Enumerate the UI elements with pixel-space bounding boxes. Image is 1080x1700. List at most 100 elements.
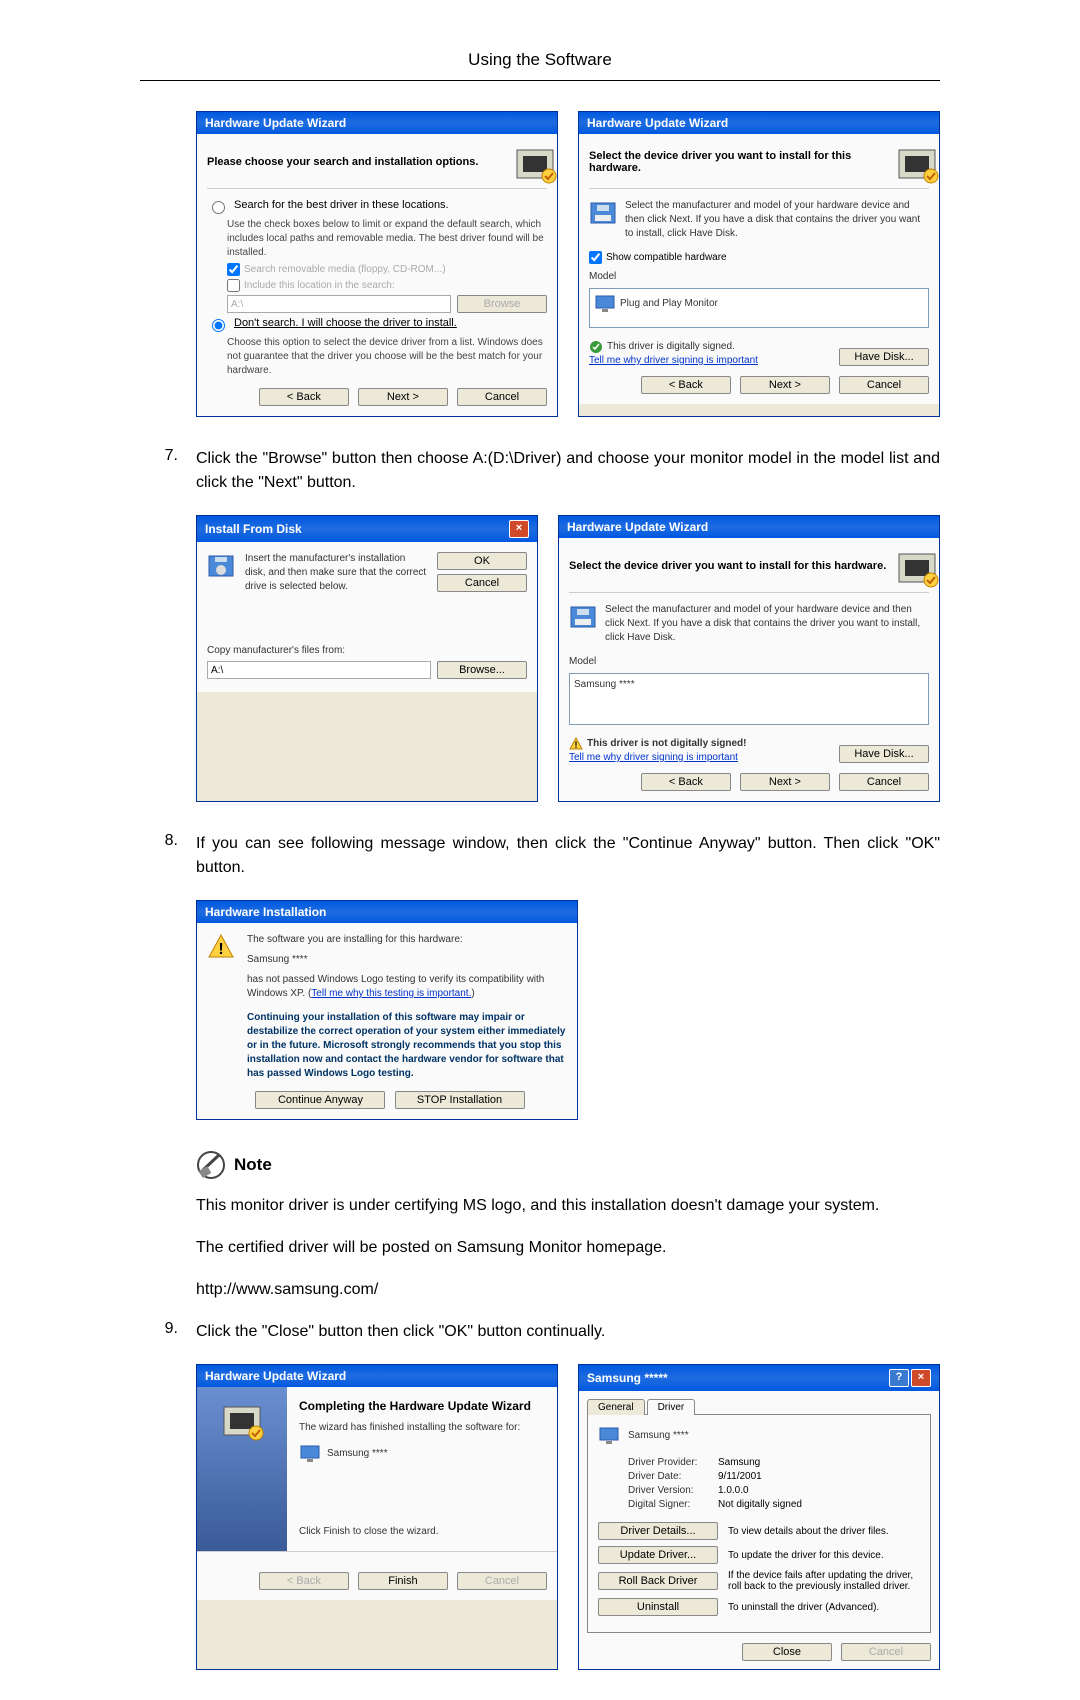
close-icon[interactable]: ×: [911, 1369, 931, 1387]
cancel-button[interactable]: Cancel: [839, 773, 929, 791]
value-signer: Not digitally signed: [718, 1499, 802, 1510]
dialog-titlebar: Hardware Update Wizard: [579, 112, 939, 134]
back-button[interactable]: < Back: [641, 773, 731, 791]
radio-dont-search[interactable]: Don't search. I will choose the driver t…: [207, 317, 547, 332]
dialog-titlebar: Install From Disk ×: [197, 516, 537, 542]
tab-general[interactable]: General: [587, 1399, 645, 1415]
next-button[interactable]: Next >: [740, 376, 830, 394]
dialog-title-text: Hardware Update Wizard: [587, 116, 728, 130]
floppy-disk-icon: [207, 552, 235, 580]
monitor-icon: [594, 293, 616, 315]
warning-icon: !: [207, 933, 235, 961]
path-input[interactable]: [207, 661, 431, 679]
value-version: 1.0.0.0: [718, 1485, 749, 1496]
monitor-icon: [299, 1443, 321, 1465]
dialog-hardware-installation: Hardware Installation ! The software you…: [196, 900, 578, 1120]
instruction-text: Insert the manufacturer's installation d…: [245, 552, 427, 594]
checkbox-include-location[interactable]: Include this location in the search:: [227, 279, 547, 292]
checkbox-removable-media[interactable]: Search removable media (floppy, CD-ROM..…: [227, 263, 547, 276]
back-button[interactable]: < Back: [641, 376, 731, 394]
dialog-heading: Select the device driver you want to ins…: [569, 560, 886, 572]
step-text: Click the "Browse" button then choose A:…: [196, 447, 940, 495]
cancel-button: Cancel: [457, 1572, 547, 1590]
dialog-titlebar: Samsung *****?×: [579, 1365, 939, 1391]
rollback-driver-button[interactable]: Roll Back Driver: [598, 1572, 718, 1590]
dialog-title-text: Hardware Update Wizard: [205, 1369, 346, 1383]
model-list[interactable]: Samsung ****: [569, 673, 929, 725]
driver-details-button[interactable]: Driver Details...: [598, 1522, 718, 1540]
location-path-input[interactable]: [227, 295, 451, 313]
update-desc: To update the driver for this device.: [728, 1550, 884, 1561]
uninstall-desc: To uninstall the driver (Advanced).: [728, 1602, 879, 1613]
browse-button[interactable]: Browse...: [437, 661, 527, 679]
step-text: If you can see following message window,…: [196, 832, 940, 880]
details-desc: To view details about the driver files.: [728, 1526, 889, 1537]
label-date: Driver Date:: [628, 1471, 718, 1482]
browse-button[interactable]: Browse: [457, 295, 547, 313]
cancel-button[interactable]: Cancel: [457, 388, 547, 406]
step-number: 7.: [140, 447, 196, 495]
cancel-button[interactable]: Cancel: [839, 376, 929, 394]
cancel-button[interactable]: Cancel: [437, 574, 527, 592]
have-disk-button[interactable]: Have Disk...: [839, 745, 929, 763]
finish-button[interactable]: Finish: [358, 1572, 448, 1590]
close-icon[interactable]: ×: [509, 520, 529, 538]
driver-signing-link[interactable]: Tell me why driver signing is important: [589, 355, 758, 366]
close-button[interactable]: Close: [742, 1643, 832, 1661]
radio-search-best[interactable]: Search for the best driver in these loca…: [207, 199, 547, 214]
tab-driver[interactable]: Driver: [647, 1399, 696, 1415]
dialog-title-text: Hardware Update Wizard: [567, 520, 708, 534]
driver-signing-link[interactable]: Tell me why driver signing is important: [569, 752, 738, 763]
not-signed-text: This driver is not digitally signed!: [587, 737, 746, 751]
back-button[interactable]: < Back: [259, 388, 349, 406]
instruction-text: Select the manufacturer and model of you…: [605, 603, 929, 645]
dialog-title-text: Hardware Update Wizard: [205, 116, 346, 130]
continue-anyway-button[interactable]: Continue Anyway: [255, 1091, 385, 1109]
stop-installation-button[interactable]: STOP Installation: [395, 1091, 525, 1109]
dialog-titlebar: Hardware Update Wizard: [197, 1365, 557, 1387]
next-button[interactable]: Next >: [358, 388, 448, 406]
dialog-title-text: Samsung *****: [587, 1371, 668, 1385]
back-button: < Back: [259, 1572, 349, 1590]
wizard-subtext: The wizard has finished installing the s…: [299, 1421, 545, 1435]
rollback-desc: If the device fails after updating the d…: [728, 1570, 920, 1592]
ok-button[interactable]: OK: [437, 552, 527, 570]
dialog-titlebar: Hardware Update Wizard: [197, 112, 557, 134]
model-item[interactable]: Plug and Play Monitor: [620, 297, 718, 311]
dialog-titlebar: Hardware Update Wizard: [559, 516, 939, 538]
dialog-title-text: Install From Disk: [205, 522, 302, 536]
uninstall-button[interactable]: Uninstall: [598, 1598, 718, 1616]
model-header: Model: [589, 270, 929, 284]
chip-icon: [893, 144, 929, 180]
warning-icon: !: [569, 737, 583, 751]
hw-line3: has not passed Windows Logo testing to v…: [247, 973, 567, 1001]
cert-icon: [589, 340, 603, 354]
dialog-titlebar: Hardware Installation: [197, 901, 577, 923]
monitor-icon: [598, 1425, 620, 1447]
option1-description: Use the check boxes below to limit or ex…: [227, 218, 547, 260]
dialog-search-options: Hardware Update Wizard Please choose you…: [196, 111, 558, 417]
disk-icon: [569, 603, 597, 631]
note-label: Note: [234, 1155, 272, 1175]
checkbox-show-compatible[interactable]: Show compatible hardware: [589, 251, 929, 264]
model-item[interactable]: Samsung ****: [574, 679, 635, 690]
note-url: http://www.samsung.com/: [196, 1278, 940, 1302]
value-provider: Samsung: [718, 1457, 760, 1468]
help-icon[interactable]: ?: [889, 1369, 909, 1387]
disk-icon: [589, 199, 617, 227]
value-date: 9/11/2001: [718, 1471, 762, 1482]
model-list[interactable]: Plug and Play Monitor: [589, 288, 929, 328]
hw-device-name: Samsung ****: [247, 953, 567, 967]
header-divider: [140, 80, 940, 81]
device-name: Samsung ****: [628, 1429, 689, 1443]
label-provider: Driver Provider:: [628, 1457, 718, 1468]
have-disk-button[interactable]: Have Disk...: [839, 348, 929, 366]
wizard-sidebar: [197, 1387, 287, 1551]
update-driver-button[interactable]: Update Driver...: [598, 1546, 718, 1564]
next-button[interactable]: Next >: [740, 773, 830, 791]
device-name: Samsung ****: [327, 1447, 388, 1461]
logo-testing-link[interactable]: Tell me why this testing is important.: [311, 988, 471, 999]
svg-text:!: !: [575, 740, 578, 750]
option2-description: Choose this option to select the device …: [227, 336, 547, 378]
dialog-title-text: Hardware Installation: [205, 905, 326, 919]
